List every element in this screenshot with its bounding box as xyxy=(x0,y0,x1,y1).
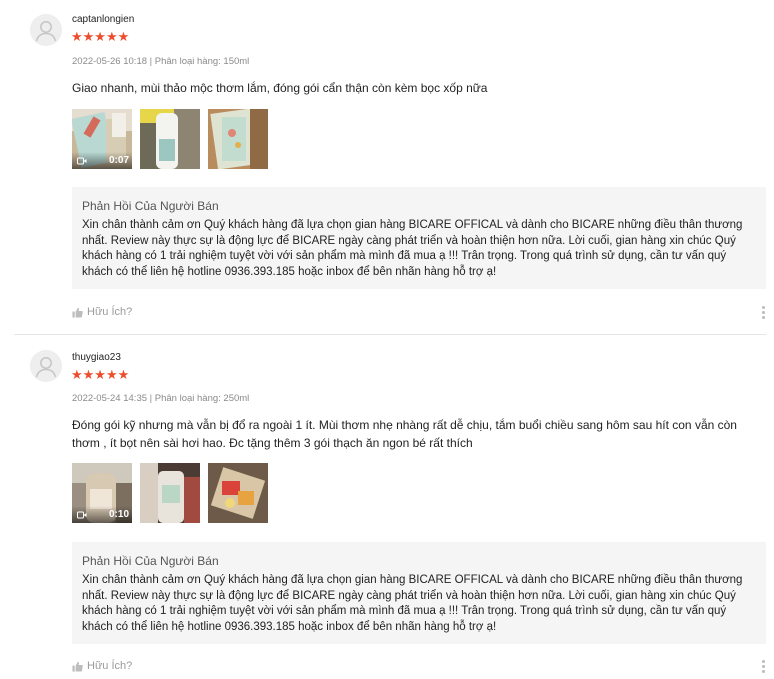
seller-reply-text: Xin chân thành cảm ơn Quý khách hàng đã … xyxy=(82,219,743,278)
review-meta: 2022-05-26 10:18 | Phân loại hàng: 150ml xyxy=(72,56,250,67)
reviewer-username[interactable]: thuygiao23 xyxy=(72,352,121,363)
review-media: 0:10 xyxy=(72,463,272,524)
video-thumbnail[interactable]: 0:07 xyxy=(72,109,132,169)
avatar[interactable] xyxy=(30,14,62,46)
review-meta: 2022-05-24 14:35 | Phân loại hàng: 250ml xyxy=(72,393,250,404)
helpful-button[interactable]: Hữu Ích? xyxy=(72,660,132,672)
review-photo xyxy=(140,463,200,523)
more-options-icon[interactable] xyxy=(762,306,766,320)
helpful-label: Hữu Ích? xyxy=(87,660,133,672)
video-thumbnail[interactable]: 0:10 xyxy=(72,463,132,523)
helpful-label: Hữu Ích? xyxy=(87,306,133,318)
avatar[interactable] xyxy=(30,350,62,382)
review-comment: Đóng gói kỹ nhưng mà vẫn bị đổ ra ngoài … xyxy=(72,418,737,450)
seller-reply-text: Xin chân thành cảm ơn Quý khách hàng đã … xyxy=(82,574,743,633)
review-photo xyxy=(208,463,268,523)
reviewer-username[interactable]: captanlongien xyxy=(72,14,134,25)
rating-stars: ★★★★★ xyxy=(71,367,130,382)
review-photo xyxy=(208,109,268,169)
seller-reply-title: Phản Hồi Của Người Bán xyxy=(82,554,219,568)
video-camera-icon xyxy=(77,157,87,165)
photo-thumbnail[interactable] xyxy=(208,463,268,523)
seller-reply: Phản Hồi Của Người Bán Xin chân thành cả… xyxy=(72,542,766,644)
review-comment: Giao nhanh, mùi thảo mộc thơm lắm, đóng … xyxy=(72,81,488,95)
user-icon xyxy=(30,350,62,382)
seller-reply-title: Phản Hồi Của Người Bán xyxy=(82,199,219,213)
photo-thumbnail[interactable] xyxy=(208,109,268,169)
review-photo xyxy=(140,109,200,169)
review-item: captanlongien ★★★★★ 2022-05-26 10:18 | P… xyxy=(0,0,774,334)
video-duration: 0:10 xyxy=(108,509,129,520)
review-media: 0:07 xyxy=(72,109,272,170)
photo-thumbnail[interactable] xyxy=(140,463,200,523)
video-camera-icon xyxy=(77,511,87,519)
video-duration: 0:07 xyxy=(108,155,129,166)
thumbs-up-icon xyxy=(72,307,83,318)
review-item: thuygiao23 ★★★★★ 2022-05-24 14:35 | Phân… xyxy=(0,335,774,679)
thumbs-up-icon xyxy=(72,661,83,672)
rating-stars: ★★★★★ xyxy=(71,29,130,44)
user-icon xyxy=(30,14,62,46)
seller-reply: Phản Hồi Của Người Bán Xin chân thành cả… xyxy=(72,187,766,289)
photo-thumbnail[interactable] xyxy=(140,109,200,169)
more-options-icon[interactable] xyxy=(762,660,766,674)
helpful-button[interactable]: Hữu Ích? xyxy=(72,306,132,318)
